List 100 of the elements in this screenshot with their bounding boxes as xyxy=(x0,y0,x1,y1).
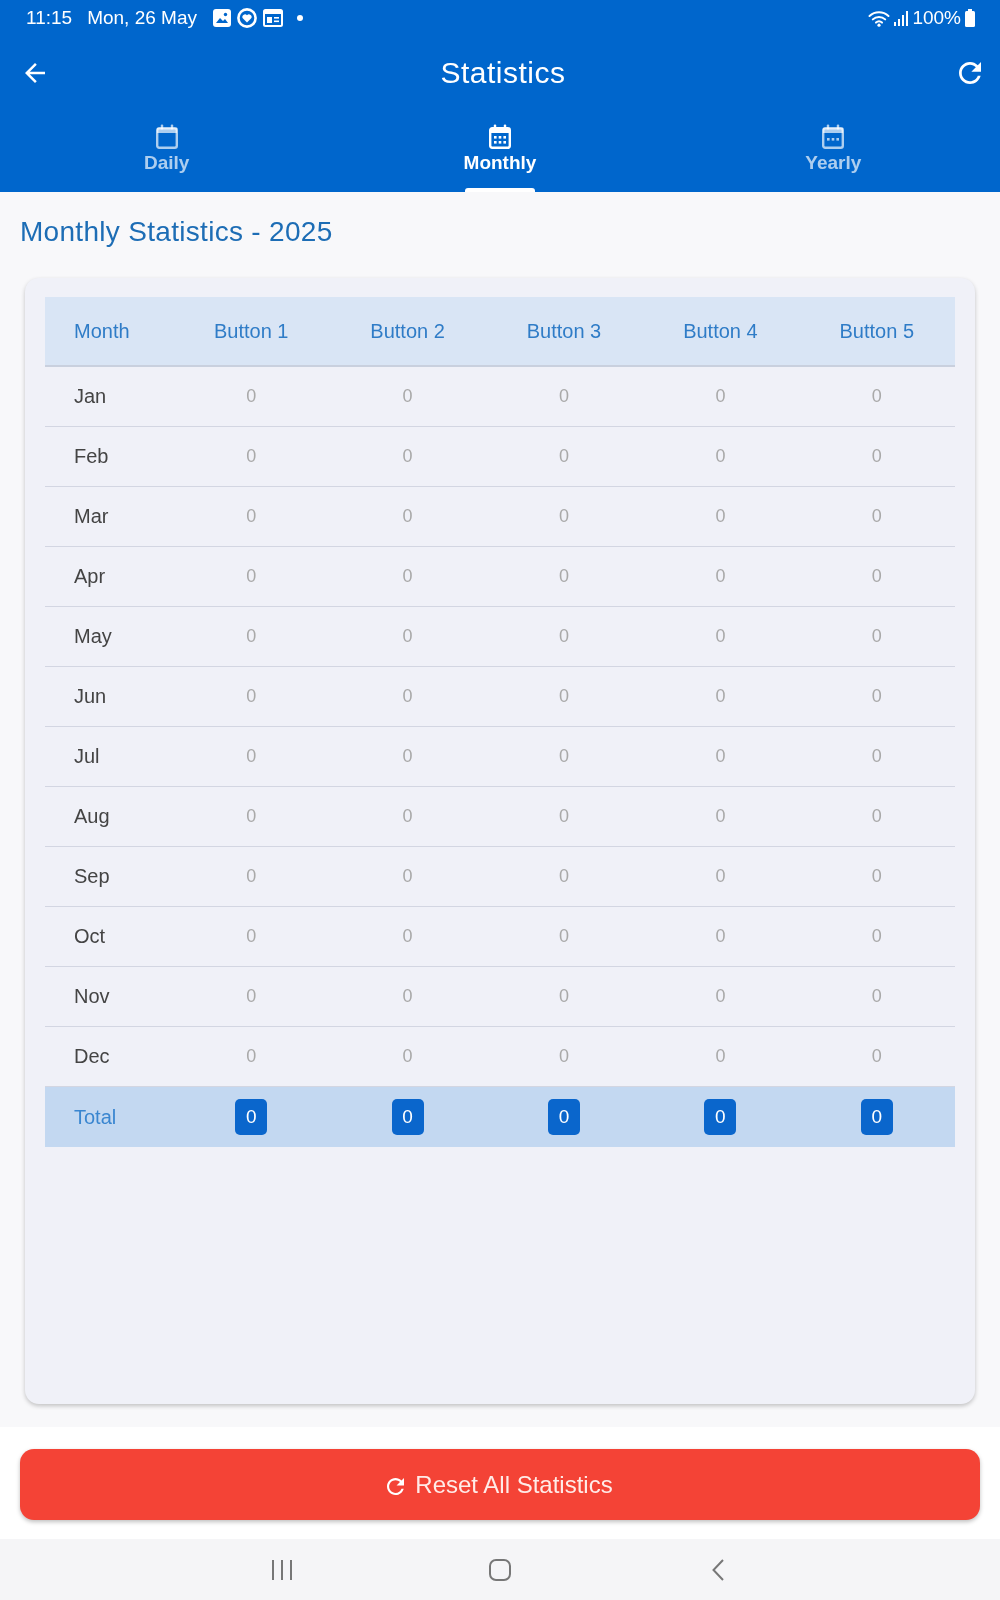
tab-indicator xyxy=(465,188,535,192)
value-cell: 0 xyxy=(402,566,413,587)
month-cell-text: Aug xyxy=(73,805,110,828)
value-cell: 0 xyxy=(402,626,413,647)
month-cell-text: Apr xyxy=(73,565,106,588)
value-cell: 0 xyxy=(559,746,569,767)
month-cell-text: Jan xyxy=(73,385,107,408)
refresh-icon xyxy=(387,1478,405,1495)
value-cell: 0 xyxy=(402,446,413,467)
value-cell: 0 xyxy=(715,926,726,947)
notification-dot-icon xyxy=(296,15,303,21)
calendar-icon xyxy=(821,124,846,149)
value-cell: 0 xyxy=(871,386,882,407)
total-count-badge: 0 xyxy=(391,1099,424,1135)
status-date: Mon, 26 May xyxy=(87,7,197,29)
value-cell: 0 xyxy=(246,746,257,767)
value-cell: 0 xyxy=(715,506,726,527)
month-cell-text: Feb xyxy=(73,445,109,468)
value-cell: 0 xyxy=(402,746,413,767)
value-cell: 0 xyxy=(402,866,413,887)
value-cell: 0 xyxy=(402,686,413,707)
month-cell-text: Jul xyxy=(73,745,100,768)
column-header: Button 2 xyxy=(370,319,445,343)
heart-circle-icon xyxy=(236,8,257,28)
column-header: Button 4 xyxy=(683,319,758,343)
value-cell: 0 xyxy=(559,566,569,587)
column-header: Month xyxy=(73,319,130,343)
back-icon[interactable] xyxy=(712,1558,724,1581)
value-cell: 0 xyxy=(871,806,882,827)
value-cell: 0 xyxy=(246,506,257,527)
page-heading: Monthly Statistics - 2025 xyxy=(20,215,334,249)
tab[interactable]: Monthly xyxy=(333,110,667,192)
value-cell: 0 xyxy=(871,986,882,1007)
value-cell: 0 xyxy=(871,926,882,947)
value-cell: 0 xyxy=(246,926,257,947)
home-icon[interactable] xyxy=(489,1558,511,1581)
value-cell: 0 xyxy=(246,446,257,467)
total-count-badge: 0 xyxy=(860,1099,893,1135)
value-cell: 0 xyxy=(246,866,257,887)
value-cell: 0 xyxy=(715,746,726,767)
value-cell: 0 xyxy=(559,686,569,707)
value-cell: 0 xyxy=(715,806,726,827)
value-cell: 0 xyxy=(246,686,257,707)
gallery-icon xyxy=(212,9,231,27)
wifi-icon xyxy=(868,9,891,27)
value-cell: 0 xyxy=(871,566,882,587)
value-cell: 0 xyxy=(559,806,569,827)
value-cell: 0 xyxy=(559,386,569,407)
value-cell: 0 xyxy=(559,866,569,887)
tab[interactable]: Yearly xyxy=(666,110,1000,192)
value-cell: 0 xyxy=(402,386,413,407)
value-cell: 0 xyxy=(559,626,569,647)
status-time: 11:15 xyxy=(26,7,73,29)
month-cell-text: Jun xyxy=(73,685,107,708)
refresh-icon[interactable] xyxy=(959,62,981,84)
recent-apps-icon[interactable] xyxy=(271,1559,293,1580)
value-cell: 0 xyxy=(402,926,413,947)
column-header: Button 1 xyxy=(213,319,289,343)
total-count-badge: 0 xyxy=(548,1099,580,1135)
value-cell: 0 xyxy=(559,506,569,527)
column-header: Button 5 xyxy=(839,319,915,343)
value-cell: 0 xyxy=(715,446,726,467)
value-cell: 0 xyxy=(871,506,882,527)
month-cell-text: Oct xyxy=(73,925,106,948)
value-cell: 0 xyxy=(715,986,726,1007)
value-cell: 0 xyxy=(871,1046,882,1067)
value-cell: 0 xyxy=(559,1046,569,1067)
value-cell: 0 xyxy=(402,506,413,527)
value-cell: 0 xyxy=(871,746,882,767)
value-cell: 0 xyxy=(559,986,569,1007)
value-cell: 0 xyxy=(871,866,882,887)
reset-button[interactable]: Reset All Statistics xyxy=(20,1449,980,1520)
value-cell: 0 xyxy=(246,986,257,1007)
value-cell: 0 xyxy=(715,1046,726,1067)
tab[interactable]: Daily xyxy=(0,110,334,192)
value-cell: 0 xyxy=(871,686,882,707)
month-cell-text: Nov xyxy=(73,985,110,1008)
value-cell: 0 xyxy=(559,446,569,467)
month-cell-text: Mar xyxy=(73,505,109,528)
back-arrow-icon[interactable] xyxy=(25,63,45,83)
value-cell: 0 xyxy=(559,926,569,947)
value-cell: 0 xyxy=(402,986,413,1007)
total-count-badge: 0 xyxy=(235,1099,268,1135)
value-cell: 0 xyxy=(715,866,726,887)
total-label: Total xyxy=(73,1105,117,1129)
value-cell: 0 xyxy=(715,626,726,647)
value-cell: 0 xyxy=(715,686,726,707)
value-cell: 0 xyxy=(246,806,257,827)
signal-icon xyxy=(894,10,909,26)
value-cell: 0 xyxy=(246,626,257,647)
month-cell-text: Sep xyxy=(73,865,110,888)
value-cell: 0 xyxy=(402,806,413,827)
value-cell: 0 xyxy=(871,626,882,647)
calendar-icon xyxy=(154,124,179,149)
calendar-icon xyxy=(488,124,512,149)
value-cell: 0 xyxy=(715,566,726,587)
value-cell: 0 xyxy=(246,1046,257,1067)
battery-icon xyxy=(965,9,975,27)
screen-title: Statistics xyxy=(440,55,566,91)
value-cell: 0 xyxy=(402,1046,413,1067)
